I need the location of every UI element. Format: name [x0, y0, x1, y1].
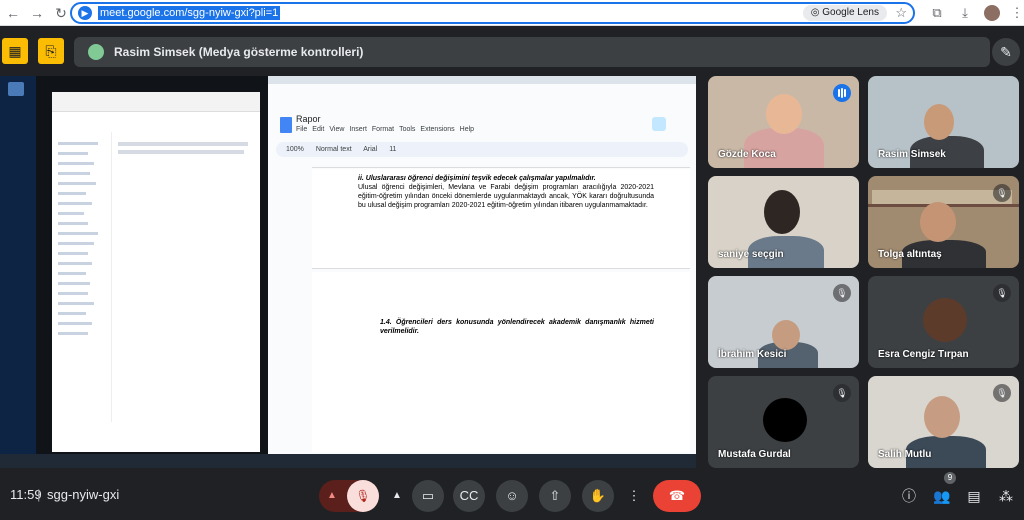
site-info-icon[interactable]: ▶ — [78, 6, 92, 20]
forward-icon[interactable]: → — [26, 2, 48, 24]
mic-off-button[interactable]: 🎙 — [347, 480, 379, 512]
shared-screen: Rapor File Edit View Insert Format Tools Exten… — [0, 76, 696, 468]
participant-name: Gözde Koca — [718, 149, 776, 160]
docs-header: Rapor File Edit View Insert Format Tools Exten… — [268, 111, 696, 141]
menu-file: File — [296, 126, 308, 133]
docs-font-size: 11 — [389, 146, 397, 153]
presentation-toggle-icon[interactable]: ▦ — [2, 38, 28, 64]
docs-style: Normal text — [315, 146, 352, 153]
doc-heading-2: 1.4. Öğrencileri ders konusunda yönlendi… — [380, 319, 654, 335]
url-text: meet.google.com/sgg-nyiw-gxi?pli=1 — [98, 6, 281, 20]
docs-zoom: 100% — [286, 146, 304, 153]
participant-tile[interactable]: 🎙 İbrahim Kesici — [708, 276, 859, 368]
annotate-pen-button[interactable]: ✎ — [992, 38, 1020, 66]
participant-tile[interactable]: saniye seçgin — [708, 176, 859, 268]
meet-top-bar: ▦ ⎘ Rasim Simsek (Medya gösterme kontrol… — [0, 26, 1024, 74]
mic-off-icon: 🎙 — [833, 384, 851, 402]
participant-tile[interactable]: Rasim Simsek — [868, 76, 1019, 168]
participant-tile[interactable]: 🎙 Mustafa Gurdal — [708, 376, 859, 468]
participant-name: Salih Mutlu — [878, 449, 932, 460]
emoji-reactions-button[interactable]: ☺ — [496, 480, 528, 512]
desktop-icon — [8, 82, 24, 96]
docs-share-icon — [652, 117, 666, 131]
mic-control: ▲ 🎙 — [319, 480, 379, 512]
present-screen-button[interactable]: ⇧ — [539, 480, 571, 512]
downloads-icon[interactable]: ⤓ — [954, 2, 976, 24]
speaking-indicator-icon — [833, 84, 851, 102]
google-lens-label: Google Lens — [822, 7, 879, 18]
menu-format: Format — [371, 126, 395, 133]
docs-menu-bar: File Edit View Insert Format Tools Extensions H… — [296, 126, 479, 133]
participant-name: Mustafa Gurdal — [718, 449, 791, 460]
mic-off-icon: 🎙 — [833, 284, 851, 302]
menu-insert: Insert — [349, 126, 367, 133]
reload-icon[interactable]: ↻ — [50, 2, 72, 24]
avatar — [763, 398, 807, 442]
participant-tile[interactable]: Gözde Koca — [708, 76, 859, 168]
mic-off-icon: 🎙 — [993, 184, 1011, 202]
meeting-code: sgg-nyiw-gxi — [47, 487, 120, 502]
participant-tile[interactable]: 🎙 Tolga altıntaş — [868, 176, 1019, 268]
participant-name: saniye seçgin — [718, 249, 784, 260]
docs-font: Arial — [363, 146, 378, 153]
address-bar[interactable]: ▶ meet.google.com/sgg-nyiw-gxi?pli=1 ◎ G… — [70, 2, 915, 24]
doc-page-2: 1.4. Öğrencileri ders konusunda yönlendi… — [312, 272, 690, 452]
profile-avatar[interactable] — [984, 5, 1000, 21]
google-lens-button[interactable]: ◎ Google Lens — [802, 5, 887, 21]
activities-icon[interactable]: ⁂ — [992, 482, 1020, 510]
docs-ruler — [312, 160, 690, 168]
file-explorer-window — [52, 92, 260, 452]
participant-name: İbrahim Kesici — [718, 349, 787, 360]
leave-call-button[interactable]: ☎ — [653, 480, 701, 512]
mic-off-icon: 🎙 — [993, 384, 1011, 402]
desktop-taskbar — [0, 454, 696, 468]
kebab-menu-icon[interactable]: ⋮ — [1006, 2, 1024, 24]
participant-tile[interactable]: 🎙 Esra Cengiz Tırpan — [868, 276, 1019, 368]
raise-hand-button[interactable]: ✋ — [582, 480, 614, 512]
doc-paragraph: Ulusal öğrenci değişimleri, Mevlana ve F… — [358, 184, 654, 209]
camera-options-chevron-icon[interactable]: ▲ — [392, 480, 402, 512]
extensions-icon[interactable]: ⧉ — [926, 2, 948, 24]
menu-view: View — [329, 126, 345, 133]
more-options-button[interactable]: ⋮ — [621, 480, 647, 512]
participant-count-badge: 9 — [944, 472, 956, 484]
exit-presentation-icon[interactable]: ⎘ — [38, 38, 64, 64]
captions-button[interactable]: CC — [453, 480, 485, 512]
docs-logo-icon — [280, 117, 292, 133]
back-icon[interactable]: ← — [2, 2, 24, 24]
chat-icon[interactable]: ▤ — [960, 482, 988, 510]
doc-page-1: ii. Uluslararası öğrenci değişimini teşv… — [312, 169, 690, 269]
participant-name: Tolga altıntaş — [878, 249, 942, 260]
browser-toolbar: ← → ↻ ▶ meet.google.com/sgg-nyiw-gxi?pli… — [0, 0, 1024, 26]
participant-name: Esra Cengiz Tırpan — [878, 349, 969, 360]
docs-toolbar: 100% Normal text Arial 11 — [276, 142, 688, 157]
mic-off-icon: 🎙 — [993, 284, 1011, 302]
presentation-title: Rasim Simsek (Medya gösterme kontrolleri… — [114, 45, 364, 59]
presentation-title-bar: Rasim Simsek (Medya gösterme kontrolleri… — [74, 37, 990, 67]
meeting-details-icon[interactable]: ⓘ — [895, 482, 923, 510]
mic-options-chevron-icon[interactable]: ▲ — [327, 480, 337, 512]
menu-help: Help — [459, 126, 475, 133]
doc-heading-1: ii. Uluslararası öğrenci değişimini teşv… — [358, 175, 596, 182]
people-icon[interactable]: 👥 — [928, 482, 956, 510]
camera-button[interactable]: ▭ — [412, 480, 444, 512]
avatar — [923, 298, 967, 342]
bookmark-star-icon[interactable]: ☆ — [895, 4, 907, 22]
participant-tile[interactable]: 🎙 Salih Mutlu — [868, 376, 1019, 468]
doc-title: Rapor — [296, 114, 321, 124]
meet-control-bar: 11:59 | sgg-nyiw-gxi ▲ 🎙 ▲ ▭ CC ☺ ⇧ ✋ ⋮ … — [0, 470, 1024, 520]
presenter-icon — [88, 44, 104, 60]
menu-extensions: Extensions — [420, 126, 455, 133]
participant-name: Rasim Simsek — [878, 149, 946, 160]
menu-tools: Tools — [399, 126, 416, 133]
time-separator: | — [37, 487, 41, 502]
desktop-background — [0, 76, 36, 454]
menu-edit: Edit — [312, 126, 325, 133]
